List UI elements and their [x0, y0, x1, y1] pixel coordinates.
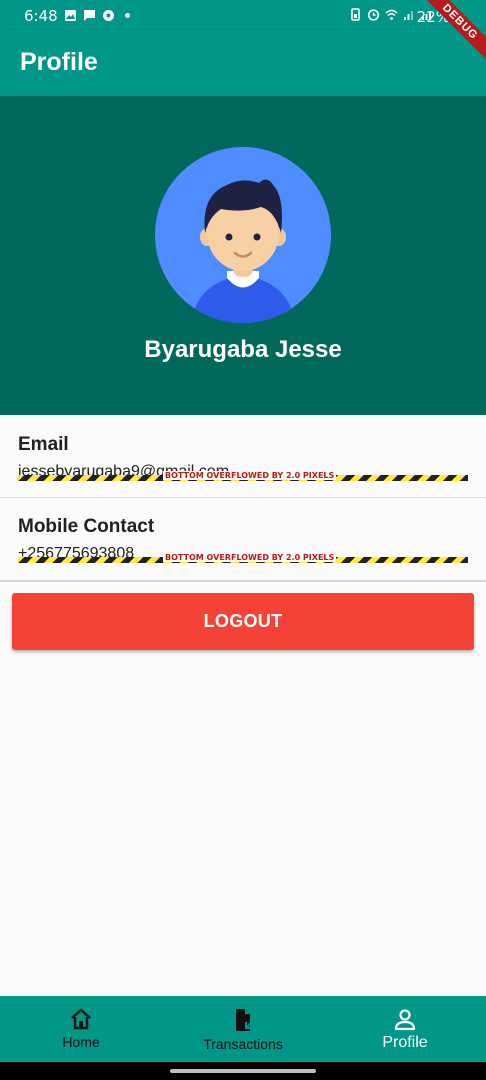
logout-button[interactable]: LOGOUT: [12, 593, 474, 650]
home-icon: [71, 1008, 91, 1030]
status-bar: 6:48 22%: [0, 0, 486, 30]
battery-saver-icon: [351, 8, 360, 21]
receipt-icon: [236, 1009, 252, 1031]
nav-label-home: Home: [62, 1034, 100, 1050]
status-time: 6:48: [24, 7, 58, 25]
message-icon: [84, 10, 95, 21]
nav-item-home[interactable]: Home: [0, 996, 162, 1062]
nav-item-transactions[interactable]: Transactions: [162, 996, 324, 1062]
divider: [0, 580, 486, 582]
app-icon: [103, 10, 114, 21]
overflow-warning-text: BOTTOM OVERFLOWED BY 2.0 PIXELS: [163, 553, 337, 562]
signal-icon: [404, 11, 413, 20]
app-bar: Profile: [0, 30, 486, 96]
page-title: Profile: [20, 48, 98, 76]
nav-label-profile: Profile: [382, 1034, 428, 1051]
overflow-warning-text: BOTTOM OVERFLOWED BY 2.0 PIXELS: [163, 471, 337, 480]
nav-item-profile[interactable]: Profile: [324, 996, 486, 1062]
status-notification-icons: [64, 9, 134, 22]
mobile-contact-label: Mobile Contact: [18, 516, 155, 537]
wifi-icon: [385, 9, 398, 20]
user-name: Byarugaba Jesse: [144, 336, 342, 363]
image-icon: [65, 10, 76, 21]
avatar: [155, 147, 331, 323]
dot-icon: [125, 13, 130, 18]
email-label: Email: [18, 434, 69, 455]
home-gesture-handle[interactable]: [170, 1069, 316, 1073]
nav-label-transactions: Transactions: [203, 1036, 283, 1052]
mobile-contact-row: Mobile Contact +256775693808 BOTTOM OVER…: [0, 498, 486, 580]
avatar-illustration: [155, 147, 331, 323]
person-icon: [394, 1009, 416, 1031]
bottom-navigation: Home Transactions Profile: [0, 996, 486, 1062]
alarm-icon: [367, 9, 380, 21]
system-gesture-bar: [0, 1062, 486, 1080]
profile-header: Byarugaba Jesse: [0, 96, 486, 415]
email-row: Email jessebyarugaba9@gmail.com BOTTOM O…: [0, 415, 486, 497]
